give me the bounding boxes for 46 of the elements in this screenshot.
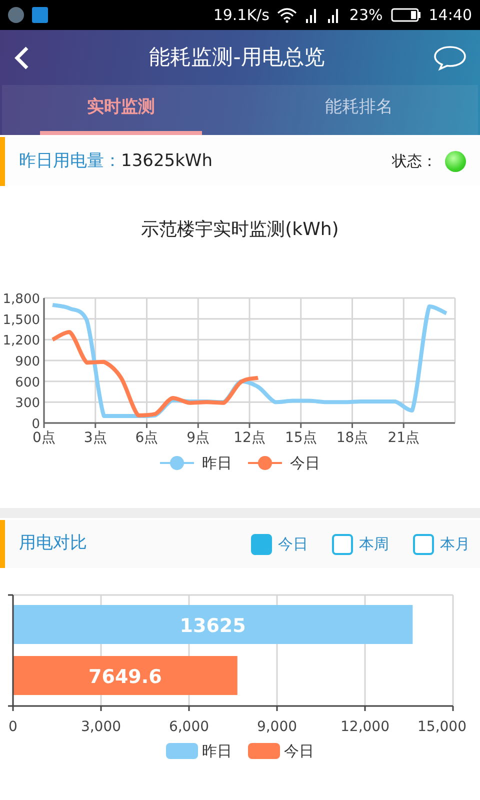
tab[interactable]: 能耗排名	[278, 85, 440, 135]
y-tick-label: 1,500	[2, 312, 40, 328]
summary-label: 昨日用电量：	[19, 150, 121, 173]
section-title: 用电对比	[19, 532, 88, 556]
wifi-icon	[277, 7, 298, 23]
legend-label: 今日	[290, 452, 320, 474]
x-tick-label: 6点	[135, 430, 158, 446]
y-tick-label: 1,800	[2, 292, 40, 307]
network-speed: 19.1K/s	[213, 4, 270, 26]
y-tick-label: 300	[15, 396, 40, 412]
x-tick-label: 3,000	[80, 719, 122, 735]
legend-marker-icon	[248, 455, 282, 471]
bar-value-label: 13625	[180, 615, 246, 637]
x-tick-label: 9点	[186, 430, 210, 446]
y-tick-label: 0	[32, 417, 40, 432]
y-tick-label: 600	[15, 375, 40, 390]
status-label: 状态：	[392, 151, 437, 172]
legend-marker-icon	[160, 455, 194, 471]
x-tick-label: 6,000	[168, 719, 210, 735]
chart-title: 示范楼宇实时监测(kWh)	[141, 218, 339, 242]
x-tick-label: 15,000	[418, 719, 466, 735]
x-tick-label: 9,000	[256, 719, 298, 735]
x-tick-label: 0	[8, 719, 18, 735]
legend-swatch-icon	[166, 743, 198, 759]
battery-icon	[390, 8, 421, 22]
period-checkbox[interactable]: 本周	[332, 532, 389, 556]
x-tick-label: 15点	[284, 430, 317, 446]
legend-swatch-icon	[248, 743, 280, 759]
x-tick-label: 18点	[336, 430, 368, 446]
summary-value: 13625kWh	[121, 150, 213, 173]
page-title: 能耗监测-用电总览	[148, 44, 326, 71]
x-tick-label: 12,000	[340, 719, 390, 735]
y-tick-label: 1,200	[2, 334, 40, 349]
period-checkbox[interactable]: 今日	[251, 532, 308, 556]
x-tick-label: 21点	[388, 430, 420, 446]
battery-percent: 23%	[349, 4, 383, 26]
x-tick-label: 0点	[32, 430, 56, 446]
legend-label: 今日	[284, 740, 314, 762]
legend-label: 昨日	[202, 452, 232, 474]
period-checkbox[interactable]: 本月	[413, 532, 470, 556]
bar-value-label: 7649.6	[88, 666, 162, 688]
x-tick-label: 12点	[234, 430, 266, 446]
y-tick-label: 900	[15, 354, 40, 370]
clock: 14:40	[428, 4, 472, 26]
x-tick-label: 3点	[84, 430, 107, 446]
legend-label: 昨日	[202, 740, 232, 762]
